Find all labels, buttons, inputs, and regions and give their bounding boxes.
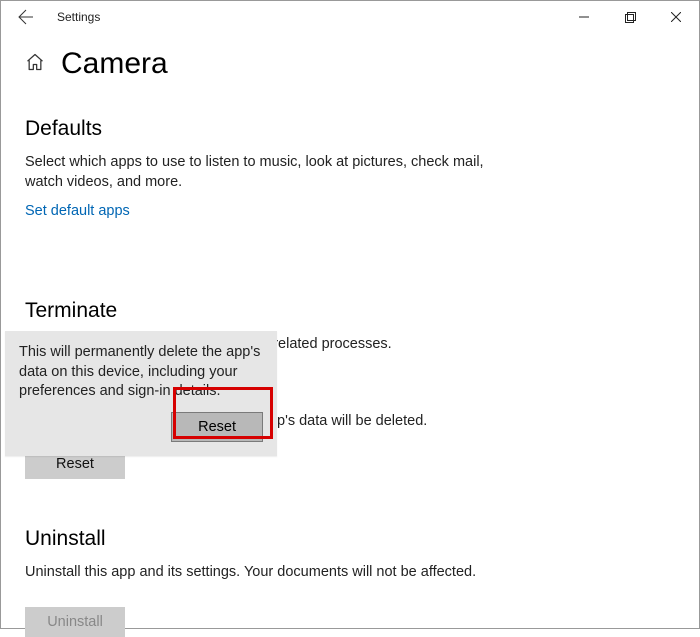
window-title: Settings [57,10,100,24]
back-button[interactable] [9,1,43,33]
set-default-apps-link[interactable]: Set default apps [25,203,130,219]
terminate-heading: Terminate [25,299,675,323]
maximize-button[interactable] [607,1,653,33]
defaults-section: Defaults Select which apps to use to lis… [25,117,675,259]
minimize-button[interactable] [561,1,607,33]
reset-confirm-button[interactable]: Reset [171,412,263,442]
close-button[interactable] [653,1,699,33]
back-arrow-icon [18,9,34,25]
home-icon[interactable] [25,52,45,77]
page-title: Camera [61,47,168,81]
uninstall-description: Uninstall this app and its settings. You… [25,563,495,583]
reset-confirmation-tooltip: This will permanently delete the app's d… [5,331,277,456]
uninstall-section: Uninstall Uninstall this app and its set… [25,527,625,637]
defaults-heading: Defaults [25,117,675,141]
window-controls [561,1,699,33]
page-header: Camera [25,47,675,81]
uninstall-button: Uninstall [25,607,125,637]
reset-description-partial: p's data will be deleted. [277,413,427,429]
uninstall-heading: Uninstall [25,527,625,551]
titlebar: Settings [1,1,699,33]
defaults-description: Select which apps to use to listen to mu… [25,153,495,192]
reset-confirmation-text: This will permanently delete the app's d… [19,343,263,402]
